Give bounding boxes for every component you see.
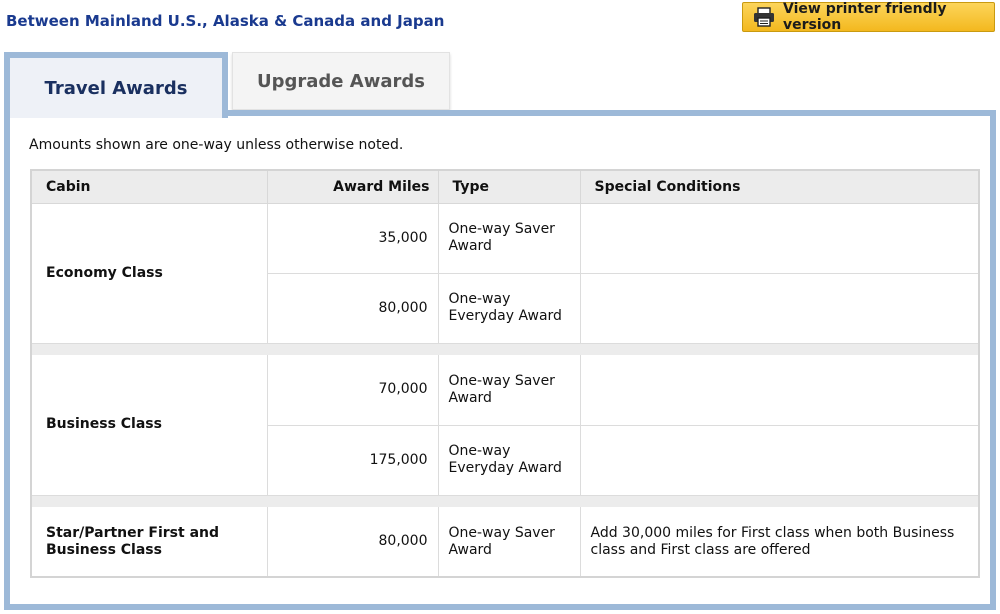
type-cell: One-way Everyday Award	[438, 425, 581, 496]
group-separator	[31, 495, 979, 507]
type-cell: One-way Saver Award	[438, 507, 581, 578]
conditions-cell: Add 30,000 miles for First class when bo…	[580, 507, 980, 578]
tab-upgrade-awards[interactable]: Upgrade Awards	[232, 52, 450, 110]
cabin-cell: Business Class	[31, 355, 268, 496]
page-title: Between Mainland U.S., Alaska & Canada a…	[6, 12, 445, 30]
miles-cell: 80,000	[267, 273, 439, 344]
cabin-cell: Economy Class	[31, 203, 268, 344]
one-way-note: Amounts shown are one-way unless otherwi…	[29, 137, 404, 153]
conditions-cell	[580, 355, 980, 426]
miles-cell: 35,000	[267, 203, 439, 274]
type-cell: One-way Saver Award	[438, 355, 581, 426]
cabin-cell: Star/Partner First and Business Class	[31, 507, 268, 578]
table-row: Economy Class 35,000 One-way Saver Award	[31, 203, 980, 344]
awards-table: Cabin Award Miles Type Special Condition…	[30, 169, 980, 578]
miles-cell: 70,000	[267, 355, 439, 426]
header-special-conditions: Special Conditions	[580, 170, 980, 204]
header-award-miles: Award Miles	[267, 170, 439, 204]
print-button-label: View printer friendly version	[783, 1, 947, 33]
miles-cell: 175,000	[267, 425, 439, 496]
conditions-cell	[580, 203, 980, 274]
table-row: Business Class 70,000 One-way Saver Awar…	[31, 355, 980, 496]
header-cabin: Cabin	[31, 170, 268, 204]
print-button[interactable]: View printer friendly version	[742, 1, 995, 33]
printer-icon	[753, 7, 775, 27]
group-separator	[31, 343, 979, 355]
table-header-row: Cabin Award Miles Type Special Condition…	[31, 170, 980, 204]
type-cell: One-way Everyday Award	[438, 273, 581, 344]
table-row: Star/Partner First and Business Class 80…	[31, 507, 980, 578]
type-cell: One-way Saver Award	[438, 203, 581, 274]
active-tab-joint	[10, 108, 222, 118]
conditions-cell	[580, 273, 980, 344]
header-type: Type	[438, 170, 581, 204]
awards-panel: Amounts shown are one-way unless otherwi…	[4, 110, 996, 610]
conditions-cell	[580, 425, 980, 496]
miles-cell: 80,000	[267, 507, 439, 578]
